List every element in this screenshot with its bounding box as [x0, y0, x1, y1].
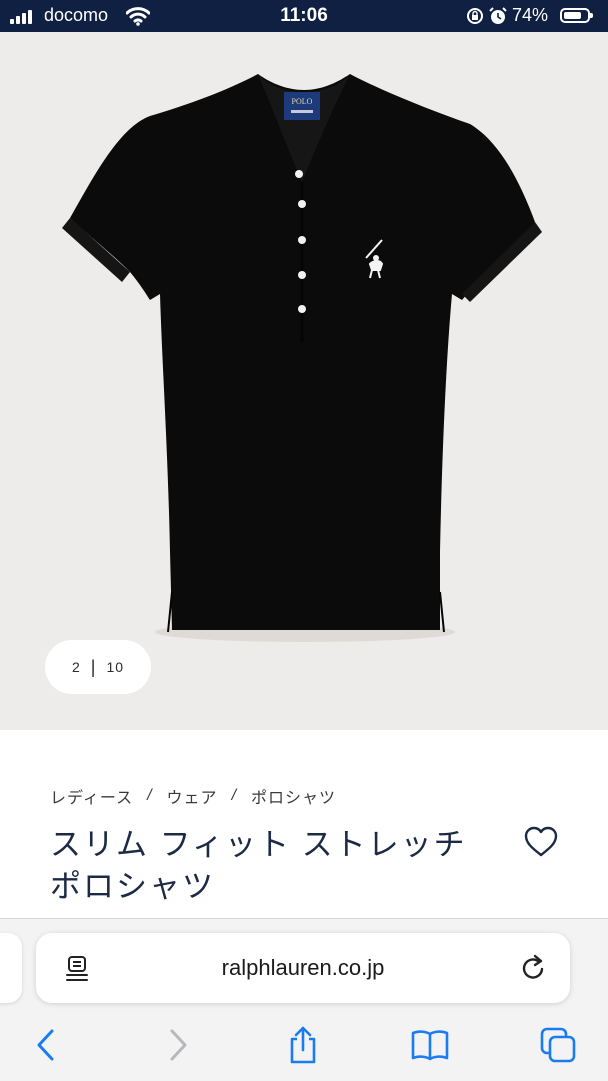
- tabs-icon: [540, 1027, 576, 1063]
- orientation-lock-icon: [467, 8, 483, 24]
- collar-label-text: POLO: [292, 97, 313, 106]
- url-text[interactable]: ralphlauren.co.jp: [36, 955, 570, 981]
- tabs-button[interactable]: [538, 1025, 578, 1065]
- heart-icon[interactable]: [522, 823, 560, 861]
- browser-toolbar: ralphlauren.co.jp: [0, 918, 608, 1081]
- image-pager: 2 | 10: [45, 640, 151, 694]
- share-button[interactable]: [283, 1025, 323, 1065]
- book-icon: [411, 1030, 449, 1061]
- chevron-right-icon: [170, 1029, 187, 1061]
- pager-separator: |: [90, 656, 97, 677]
- back-button[interactable]: [26, 1025, 66, 1065]
- address-bar[interactable]: ralphlauren.co.jp: [36, 933, 570, 1003]
- product-photo: POLO: [62, 74, 542, 642]
- product-title: スリム フィット ストレッチ ポロシャツ: [50, 827, 467, 904]
- product-image-gallery[interactable]: POLO 2 | 10: [0, 32, 608, 730]
- breadcrumb-separator: /: [231, 787, 238, 804]
- battery-percent: 74%: [512, 5, 549, 25]
- breadcrumb: レディース / ウェア / ポロシャツ: [50, 784, 336, 808]
- breadcrumb-separator: /: [147, 787, 153, 804]
- chevron-left-icon: [37, 1029, 54, 1061]
- forward-button[interactable]: [158, 1025, 198, 1065]
- breadcrumb-item-wear[interactable]: ウェア: [167, 784, 218, 808]
- status-bar: docomo 11:06 74%: [0, 0, 608, 32]
- bookmarks-button[interactable]: [410, 1025, 450, 1065]
- pager-current: 2: [71, 659, 81, 675]
- alarm-icon: [489, 7, 507, 24]
- share-icon: [290, 1026, 316, 1064]
- reload-icon[interactable]: [520, 953, 548, 983]
- pager-total: 10: [106, 659, 125, 675]
- breadcrumb-item-polo[interactable]: ポロシャツ: [251, 784, 336, 808]
- breadcrumb-item-ladies[interactable]: レディース: [50, 784, 133, 808]
- battery-icon: [560, 8, 593, 23]
- previous-tab-preview[interactable]: [0, 933, 22, 1003]
